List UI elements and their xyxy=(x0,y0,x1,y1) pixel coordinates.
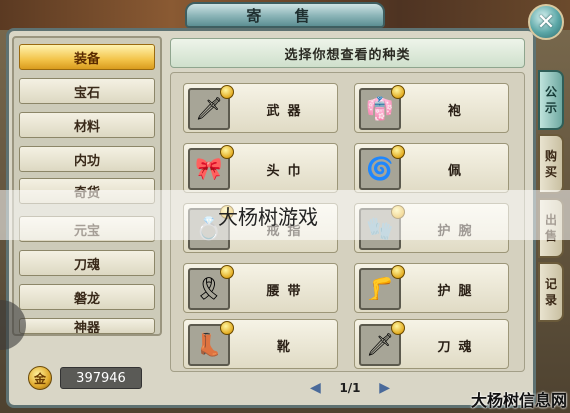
category-panlong[interactable]: 磐龙 xyxy=(19,284,155,310)
corner-watermark: 大杨树信息网 xyxy=(470,391,567,410)
tab-label: 示 xyxy=(544,101,557,115)
category-gems[interactable]: 宝石 xyxy=(19,78,155,104)
item-type-weapon[interactable]: 🗡 武器 xyxy=(183,83,338,133)
category-materials[interactable]: 材料 xyxy=(19,112,155,138)
category-artifact[interactable]: 神器 xyxy=(19,318,155,334)
close-button[interactable]: ✕ xyxy=(528,4,564,40)
gold-coin-icon: 金 xyxy=(28,366,52,390)
item-type-label: 刀魂 xyxy=(437,339,480,355)
gold-badge-icon xyxy=(391,85,405,99)
category-list: 装备 宝石 材料 内功 奇货 元宝 刀魂 磐龙 神器 xyxy=(12,36,162,336)
gold-display: 金 397946 xyxy=(28,364,158,392)
item-type-leg-guard[interactable]: 🦵 护腿 xyxy=(354,263,509,313)
category-internal[interactable]: 内功 xyxy=(19,146,155,172)
close-icon: ✕ xyxy=(536,9,556,35)
gold-badge-icon xyxy=(220,265,234,279)
item-type-headband[interactable]: 🎀 头巾 xyxy=(183,143,338,193)
tab-label: 公 xyxy=(544,85,557,99)
page-indicator: 1/1 xyxy=(339,381,361,395)
item-type-label: 袍 xyxy=(447,103,469,119)
item-type-label: 靴 xyxy=(276,339,298,355)
item-type-label: 护腿 xyxy=(437,283,480,299)
gold-badge-icon xyxy=(220,321,234,335)
category-blade-soul[interactable]: 刀魂 xyxy=(19,250,155,276)
item-type-label: 腰带 xyxy=(266,283,309,299)
item-type-label: 头巾 xyxy=(266,163,309,179)
gold-amount: 397946 xyxy=(60,367,142,389)
tab-label: 录 xyxy=(544,293,557,307)
item-type-robe[interactable]: 👘 袍 xyxy=(354,83,509,133)
category-equipment[interactable]: 装备 xyxy=(19,44,155,70)
gold-badge-icon xyxy=(391,145,405,159)
item-type-boots[interactable]: 👢 靴 xyxy=(183,319,338,369)
tab-buy[interactable]: 购 买 xyxy=(538,134,564,194)
prev-page-button[interactable]: ◀ xyxy=(310,380,321,396)
tab-records[interactable]: 记 录 xyxy=(538,262,564,322)
tab-announcement[interactable]: 公 示 xyxy=(538,70,564,130)
item-type-belt[interactable]: 🎗 腰带 xyxy=(183,263,338,313)
window-title: 寄 售 xyxy=(185,2,385,28)
item-type-pendant[interactable]: 🌀 佩 xyxy=(354,143,509,193)
gold-badge-icon xyxy=(220,85,234,99)
item-type-label: 佩 xyxy=(447,163,469,179)
watermark-text: 大杨树游戏 xyxy=(218,204,318,229)
tab-label: 记 xyxy=(544,277,557,291)
item-type-label: 武器 xyxy=(266,103,309,119)
gold-badge-icon xyxy=(220,145,234,159)
gold-badge-icon xyxy=(391,321,405,335)
tab-label: 购 xyxy=(544,149,557,163)
tab-label: 买 xyxy=(544,165,557,179)
gold-badge-icon xyxy=(391,265,405,279)
item-type-blade-soul[interactable]: 🗡 刀魂 xyxy=(354,319,509,369)
next-page-button[interactable]: ▶ xyxy=(379,380,390,396)
category-header: 选择你想查看的种类 xyxy=(170,38,525,68)
pagination: ◀ 1/1 ▶ xyxy=(310,378,390,398)
